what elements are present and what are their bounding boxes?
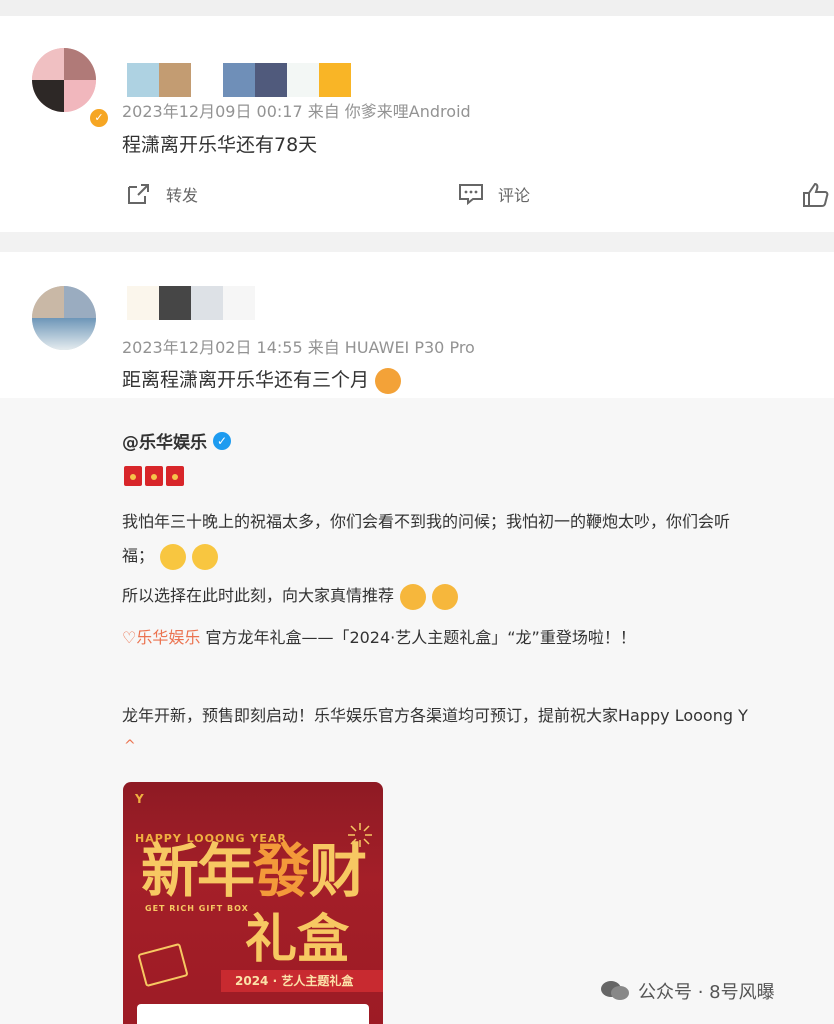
avatar[interactable] [32,48,96,112]
repost-button[interactable]: 转发 [126,182,198,206]
poster-title: 新年發财 [141,837,367,905]
weibo-post-card: ✓ 2023年12月09日 00:17 来自 你爹来哩Android 程潇离开乐… [0,16,834,232]
heart-eyes-emoji-icon [375,367,402,394]
verified-badge-icon: ✓ [88,107,110,129]
top-divider [0,0,834,16]
poster-card [137,1004,369,1024]
comment-button[interactable]: 评论 [458,182,530,206]
crying-emoji-icon [400,583,427,610]
post-meta: 2023年12月09日 00:17 来自 你爹来哩Android [122,102,471,121]
comment-label: 评论 [498,186,531,205]
post-text: 距离程潇离开乐华还有三个月 [122,365,402,394]
red-envelope-emojis [124,466,187,486]
action-bar: 转发 评论 [0,182,834,218]
repost-line: 龙年开新，预售即刻启动！乐华娱乐官方各渠道均可预订，提前祝大家Happy Loo… [122,706,748,725]
post-meta: 2023年12月02日 14:55 来自 HUAWEI P30 Pro [122,338,475,357]
repost-line: 我怕年三十晚上的祝福太多，你们会看不到我的问候；我怕初一的鞭炮太吵，你们会听 [122,512,731,531]
gift-box-poster-image[interactable]: Y HAPPY LOOONG YEAR 新年發财 GET RICH GIFT B… [123,782,383,1024]
repost-author[interactable]: @乐华娱乐 ✓ [122,428,231,453]
repost-line: ♡乐华娱乐 官方龙年礼盒——「2024·艺人主题礼盒」“龙”重登场啦！！ [122,628,636,647]
red-envelope-icon [124,466,142,486]
reposted-content[interactable]: @乐华娱乐 ✓ 我怕年三十晚上的祝福太多，你们会看不到我的问候；我怕初一的鞭炮太吵… [0,398,834,1024]
comment-icon [459,184,483,206]
repost-label: 转发 [166,186,199,205]
poster-title-2: 礼盒 [245,910,350,970]
collapse-caret-icon[interactable]: ^ [124,738,136,754]
poster-subtitle: GET RICH GIFT BOX [145,904,249,913]
watermark: 公众号 · 8号风曝 [600,978,775,1004]
grin-emoji-icon [192,543,219,570]
blue-verified-icon: ✓ [213,431,231,450]
post-text: 程潇离开乐华还有78天 [122,134,318,156]
crying-emoji-icon [432,583,459,610]
share-icon [128,184,149,204]
grin-emoji-icon [160,543,187,570]
thumbs-up-icon [803,182,829,207]
weibo-post-card: 2023年12月02日 14:55 来自 HUAWEI P30 Pro 距离程潇… [0,252,834,1024]
like-button[interactable] [802,182,834,208]
red-envelope-icon [166,466,184,486]
brand-logo: Y [135,792,144,806]
repost-line: 福； [122,542,219,570]
brand-link[interactable]: ♡乐华娱乐 [122,628,200,647]
poster-banner: 2024 · 艺人主题礼盒 [221,970,383,992]
username-blurred[interactable] [127,63,351,97]
red-envelope-icon [145,466,163,486]
repost-line: 所以选择在此时此刻，向大家真情推荐 [122,582,459,610]
avatar[interactable] [32,286,96,350]
gift-box-icon [137,942,189,988]
username-blurred[interactable] [127,286,255,320]
wechat-icon [601,981,629,1000]
